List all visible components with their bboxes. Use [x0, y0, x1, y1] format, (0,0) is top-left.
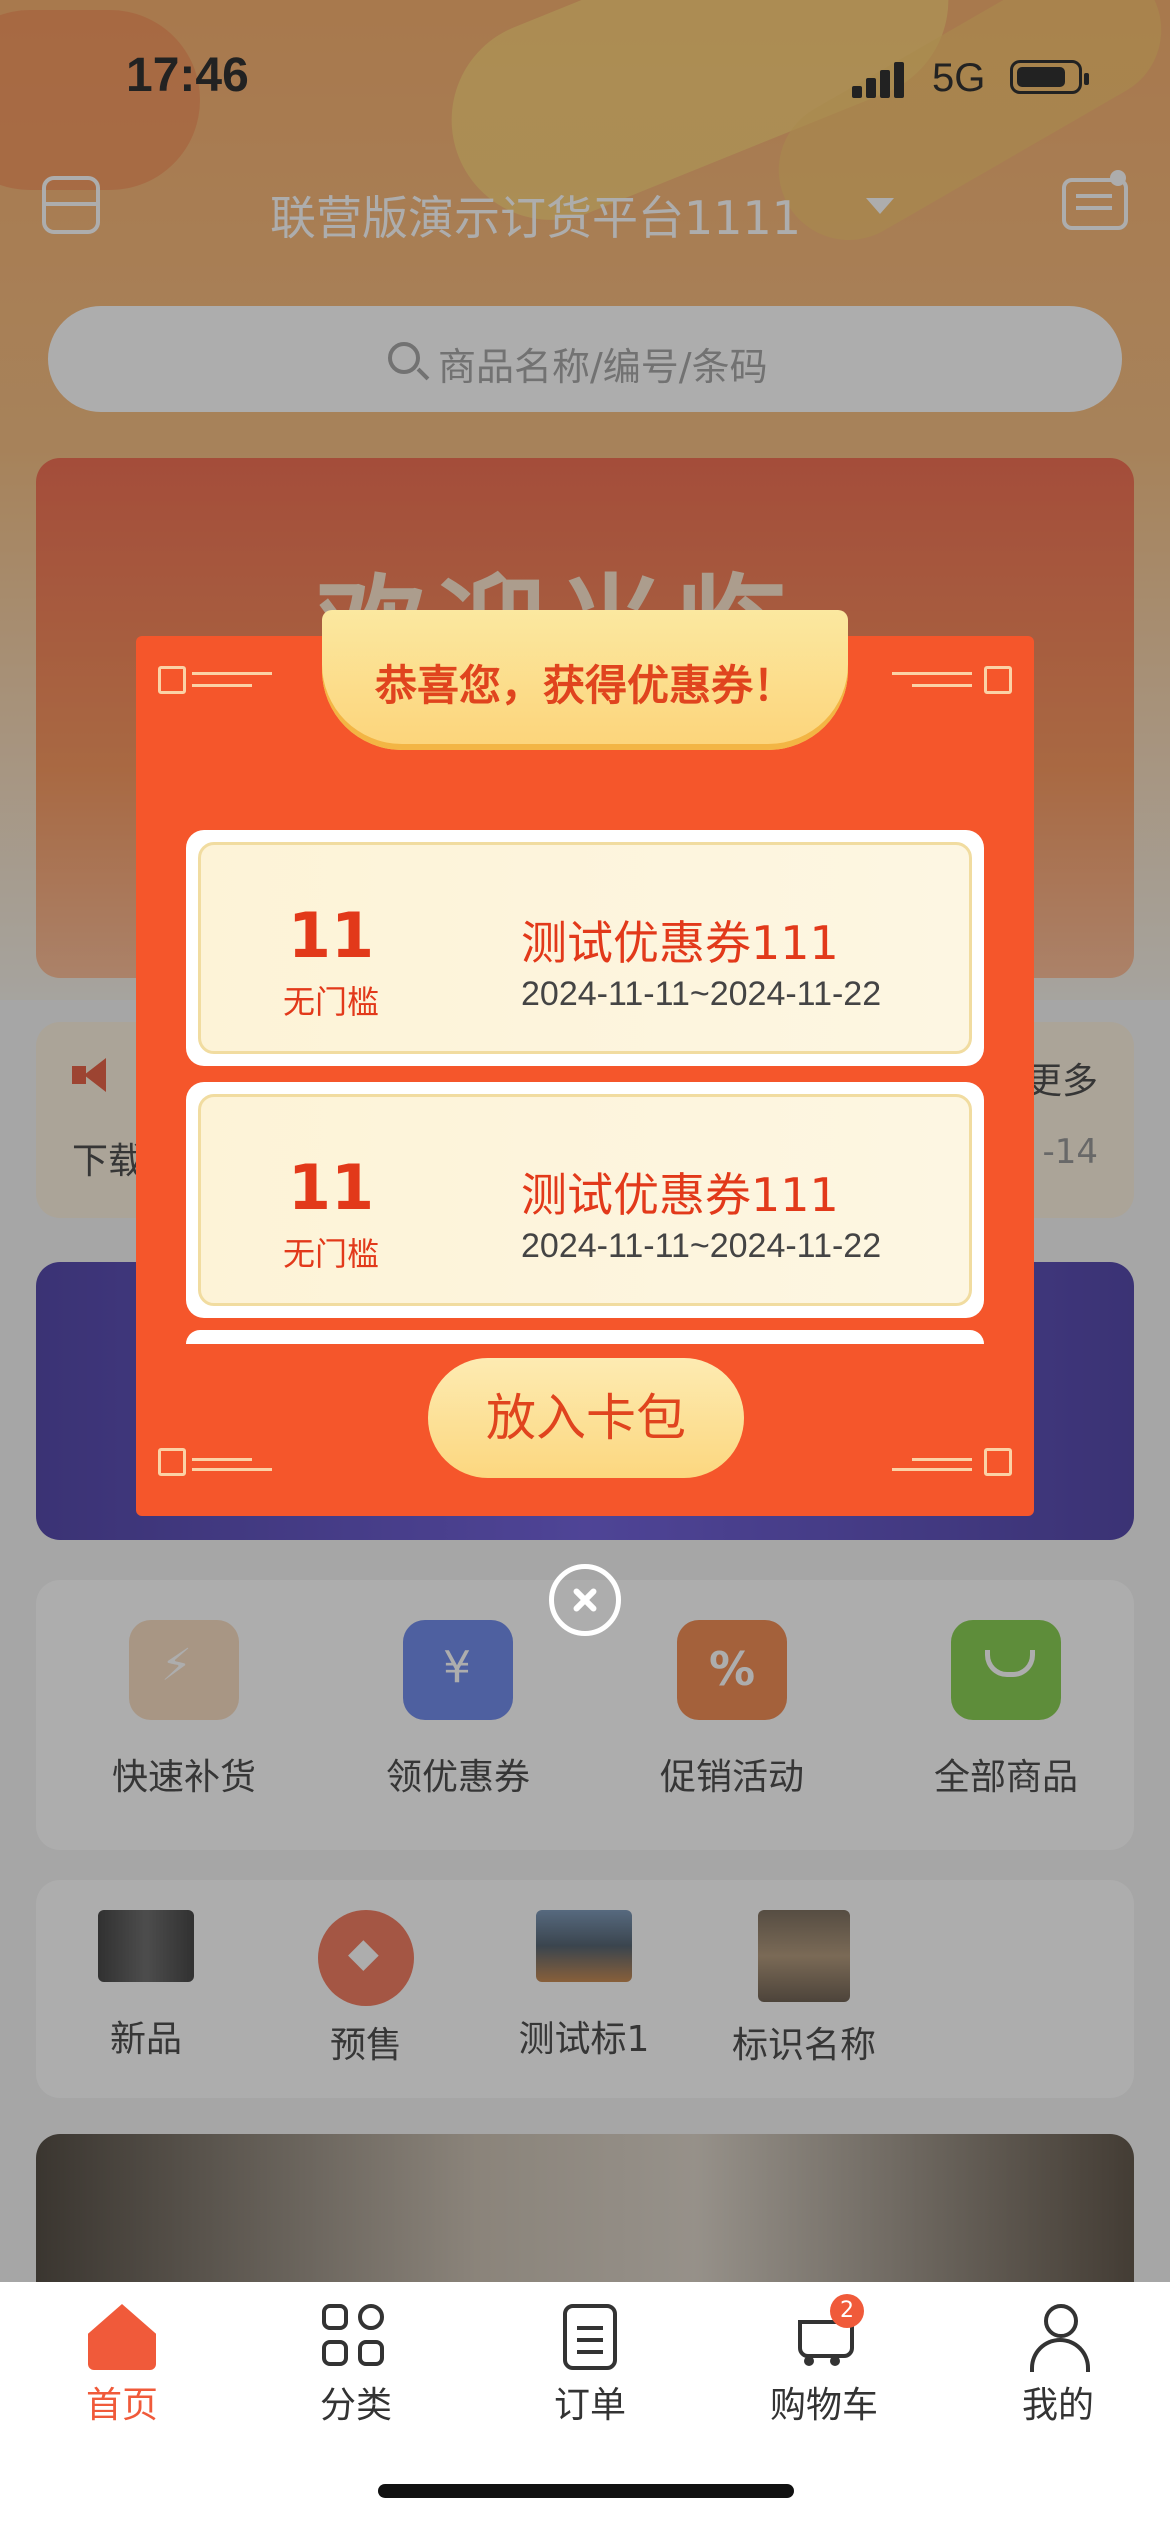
tab-label: 我的 — [1021, 2385, 1094, 2426]
home-icon — [88, 2304, 156, 2370]
corner-ornament — [158, 664, 278, 698]
modal-title: 恭喜您，获得优惠券！ — [374, 661, 795, 710]
tab-label: 购物车 — [769, 2385, 878, 2426]
tab-label: 分类 — [319, 2385, 392, 2426]
cart-badge: 2 — [830, 2294, 864, 2328]
tab-cart[interactable]: 2 购物车 — [734, 2294, 914, 2428]
coupon-date-range: 2024-11-11~2024-11-22 — [521, 1227, 882, 1265]
tab-profile[interactable]: 我的 — [968, 2304, 1148, 2428]
add-to-wallet-button[interactable]: 放入卡包 — [428, 1358, 744, 1478]
cart-icon: 2 — [790, 2294, 864, 2370]
coupon-amount: 11 — [287, 899, 375, 972]
tab-home[interactable]: 首页 — [32, 2304, 212, 2428]
corner-ornament — [892, 1446, 1012, 1480]
tab-orders[interactable]: 订单 — [500, 2304, 680, 2428]
modal-header-ribbon: 恭喜您，获得优惠券！ — [322, 610, 848, 750]
tab-label: 订单 — [553, 2385, 626, 2426]
coupon-modal: 11 无门槛 测试优惠券111 2024-11-11~2024-11-22 11… — [136, 636, 1034, 1516]
tab-category[interactable]: 分类 — [266, 2304, 446, 2428]
bottom-tab-bar: 首页 分类 订单 2 购物车 我的 — [0, 2282, 1170, 2532]
tab-label: 首页 — [85, 2385, 158, 2426]
profile-icon — [1024, 2304, 1092, 2372]
corner-ornament — [158, 1446, 278, 1480]
category-icon — [322, 2304, 390, 2370]
coupon-condition: 无门槛 — [282, 983, 379, 1021]
coupon-card[interactable]: 11 无门槛 测试优惠券111 2024-11-11~2024-11-22 — [186, 830, 984, 1066]
home-indicator — [378, 2484, 794, 2498]
coupon-date-range: 2024-11-11~2024-11-22 — [521, 975, 882, 1013]
coupon-card[interactable]: 11 无门槛 测试优惠券111 2024-11-11~2024-11-22 — [186, 1082, 984, 1318]
coupon-name: 测试优惠券111 — [521, 916, 839, 970]
coupon-card-peek — [186, 1330, 984, 1344]
coupon-amount: 11 — [287, 1151, 375, 1224]
coupon-condition: 无门槛 — [282, 1235, 379, 1273]
close-icon[interactable] — [549, 1564, 621, 1636]
corner-ornament — [892, 664, 1012, 698]
order-clipboard-icon — [563, 2304, 617, 2370]
coupon-name: 测试优惠券111 — [521, 1168, 839, 1222]
